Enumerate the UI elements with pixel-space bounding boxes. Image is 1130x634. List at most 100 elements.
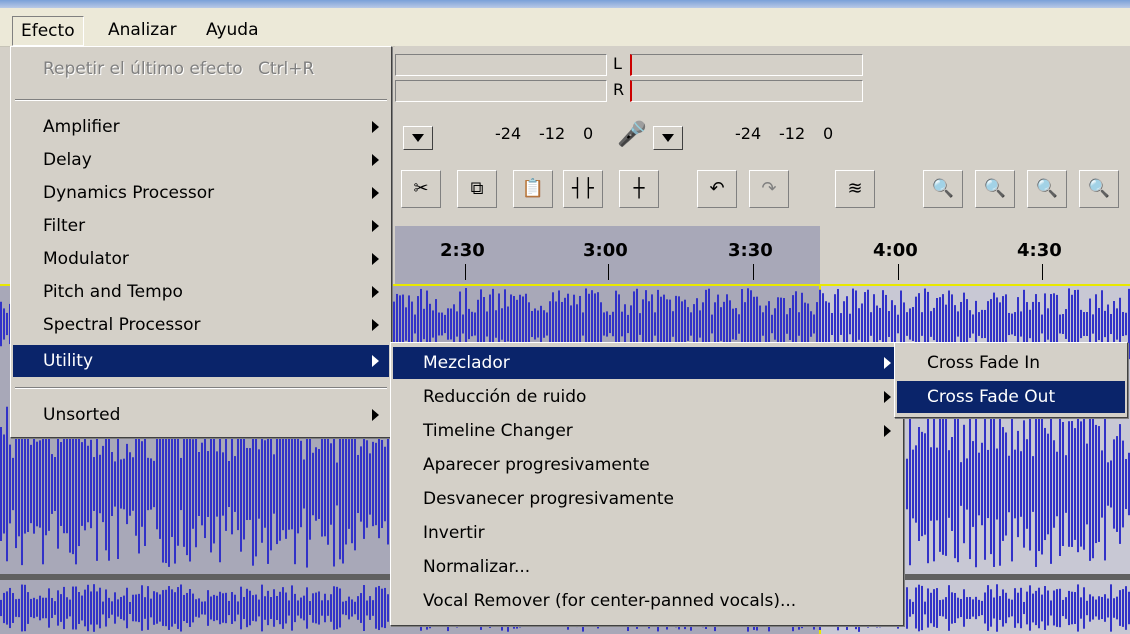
menu-item-vocal-remover[interactable]: Vocal Remover (for center-panned vocals)… xyxy=(393,585,901,617)
output-meter-left xyxy=(395,54,607,76)
waveform-bar xyxy=(237,601,239,615)
waveform-bar xyxy=(1038,416,1040,552)
waveform-bar xyxy=(1092,596,1094,620)
waveform-bar xyxy=(318,591,320,625)
zoom-out-icon[interactable]: 🔍 xyxy=(975,170,1015,208)
waveform-bar xyxy=(1065,309,1067,339)
waveform-bar xyxy=(1107,304,1109,344)
waveform-bar xyxy=(312,452,314,516)
menu-item-spectral-processor[interactable]: Spectral Processor xyxy=(13,309,389,341)
menu-item-cross-fade-out[interactable]: Cross Fade Out xyxy=(897,381,1125,413)
sync-lock-icon[interactable]: ≋ xyxy=(835,170,875,208)
menu-item-mezclador[interactable]: Mezclador xyxy=(393,347,901,379)
waveform-bar xyxy=(126,443,128,525)
waveform-bar xyxy=(582,312,584,336)
waveform-bar xyxy=(990,589,992,627)
waveform-bar xyxy=(924,601,926,615)
menu-item-delay[interactable]: Delay xyxy=(13,144,389,176)
output-dropdown[interactable] xyxy=(403,126,433,150)
repeat-last-effect-item[interactable]: Repetir el último efecto Ctrl+R xyxy=(13,53,389,85)
waveform-bar xyxy=(375,442,377,526)
menu-item-label: Mezclador xyxy=(423,353,510,373)
waveform-bar xyxy=(330,443,332,525)
zoom-in-icon[interactable]: 🔍 xyxy=(923,170,963,208)
waveform-bar xyxy=(243,596,245,620)
waveform-bar xyxy=(36,599,38,617)
menu-item-amplifier[interactable]: Amplifier xyxy=(13,111,389,143)
waveform-bar xyxy=(183,594,185,622)
menu-efecto[interactable]: Efecto xyxy=(12,16,84,46)
waveform-bar xyxy=(345,600,347,616)
ruler-tick xyxy=(898,264,899,280)
menu-item-filter[interactable]: Filter xyxy=(13,210,389,242)
waveform-bar xyxy=(528,302,530,346)
waveform-bar xyxy=(363,585,365,631)
waveform-bar xyxy=(333,586,335,630)
waveform-bar xyxy=(1077,415,1079,553)
fit-selection-icon[interactable]: 🔍 xyxy=(1027,170,1067,208)
waveform-bar xyxy=(1041,314,1043,334)
waveform-bar xyxy=(243,428,245,540)
waveform-bar xyxy=(978,452,980,516)
waveform-bar xyxy=(879,307,881,341)
waveform-bar xyxy=(327,423,329,545)
waveform-bar xyxy=(0,599,2,617)
undo-icon[interactable]: ↶ xyxy=(697,170,737,208)
waveform-bar xyxy=(285,429,287,539)
waveform-bar xyxy=(909,599,911,617)
waveform-bar xyxy=(495,310,497,338)
waveform-bar xyxy=(1050,404,1052,564)
input-dropdown[interactable] xyxy=(653,126,683,150)
waveform-bar xyxy=(228,460,230,508)
waveform-bar xyxy=(942,599,944,617)
scale-tick: -24 xyxy=(495,124,522,143)
waveform-bar xyxy=(702,302,704,346)
waveform-bar xyxy=(1059,412,1061,556)
fit-project-icon[interactable]: 🔍 xyxy=(1079,170,1119,208)
menu-item-utility[interactable]: Utility xyxy=(13,345,389,377)
menu-item-modulator[interactable]: Modulator xyxy=(13,243,389,275)
menu-item-unsorted[interactable]: Unsorted xyxy=(13,399,389,431)
menu-item-timeline-changer[interactable]: Timeline Changer xyxy=(393,415,901,447)
menu-analizar[interactable]: Analizar xyxy=(100,16,185,44)
menu-item-invertir[interactable]: Invertir xyxy=(393,517,901,549)
menu-item-cross-fade-in[interactable]: Cross Fade In xyxy=(897,347,1125,379)
waveform-bar xyxy=(1020,311,1022,337)
waveform-bar xyxy=(1005,432,1007,536)
waveform-bar xyxy=(975,400,977,568)
menu-item-pitch-and-tempo[interactable]: Pitch and Tempo xyxy=(13,276,389,308)
menu-item-reduccion-de-ruido[interactable]: Reducción de ruido xyxy=(393,381,901,413)
waveform-bar xyxy=(387,594,389,622)
waveform-bar xyxy=(936,588,938,628)
meter-label-r: R xyxy=(613,80,625,99)
waveform-bar xyxy=(954,305,956,343)
waveform-bar xyxy=(159,594,161,622)
menu-item-dynamics-processor[interactable]: Dynamics Processor xyxy=(13,177,389,209)
menu-item-normalizar[interactable]: Normalizar... xyxy=(393,551,901,583)
waveform-bar xyxy=(66,434,68,534)
trim-icon[interactable]: ✂ xyxy=(401,170,441,208)
paste-icon[interactable]: 📋 xyxy=(513,170,553,208)
ruler-tick xyxy=(753,264,754,280)
timeline-ruler[interactable]: 2:30 3:00 3:30 4:00 4:30 xyxy=(395,226,1130,284)
redo-icon[interactable]: ↷ xyxy=(749,170,789,208)
waveform-bar xyxy=(816,302,818,346)
menu-item-label: Aparecer progresivamente xyxy=(423,455,650,475)
waveform-bar xyxy=(861,303,863,345)
silence-icon[interactable]: ┼ xyxy=(619,170,659,208)
waveform-bar xyxy=(969,408,971,560)
waveform-bar xyxy=(339,588,341,628)
waveform-bar xyxy=(1047,590,1049,626)
trim-outside-icon[interactable]: ┤├ xyxy=(563,170,603,208)
waveform-bar xyxy=(903,302,905,346)
waveform-bar xyxy=(906,458,908,510)
waveform-bar xyxy=(978,599,980,617)
waveform-bar xyxy=(1104,310,1106,338)
submenu-arrow-icon xyxy=(372,409,379,421)
waveform-bar xyxy=(54,457,56,511)
menu-item-aparecer-progresivamente[interactable]: Aparecer progresivamente xyxy=(393,449,901,481)
menu-item-desvanecer-progresivamente[interactable]: Desvanecer progresivamente xyxy=(393,483,901,515)
waveform-bar xyxy=(159,429,161,539)
copy-icon[interactable]: ⧉ xyxy=(457,170,497,208)
menu-ayuda[interactable]: Ayuda xyxy=(198,16,267,44)
